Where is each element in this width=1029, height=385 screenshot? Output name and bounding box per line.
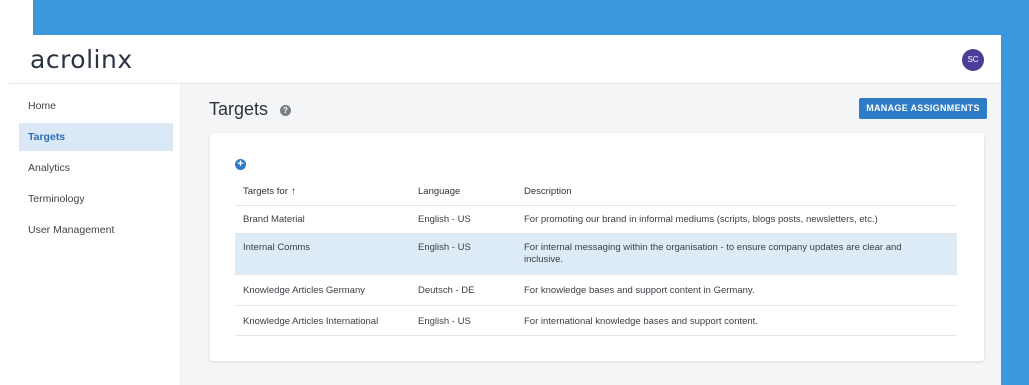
table-row[interactable]: Knowledge Articles International English… bbox=[235, 305, 957, 336]
logo: acrolinx bbox=[30, 45, 133, 74]
page-title: Targets bbox=[209, 99, 269, 119]
sidebar-item-home[interactable]: Home bbox=[19, 92, 173, 120]
sidebar-item-user-management[interactable]: User Management bbox=[19, 216, 173, 244]
target-description: For promoting our brand in informal medi… bbox=[524, 214, 878, 225]
target-language: English - US bbox=[418, 242, 471, 253]
target-name: Internal Comms bbox=[243, 242, 311, 253]
top-bar: acrolinx SC bbox=[9, 35, 1001, 84]
target-language: English - US bbox=[418, 316, 471, 327]
column-header-label: Targets for bbox=[243, 186, 288, 197]
avatar[interactable]: SC bbox=[962, 49, 984, 71]
sort-arrow-up-icon[interactable]: ↑ bbox=[291, 186, 296, 197]
table-row[interactable]: Internal Comms English - US For internal… bbox=[235, 233, 957, 274]
sidebar-item-analytics[interactable]: Analytics bbox=[19, 154, 173, 182]
table-row[interactable]: Brand Material English - US For promotin… bbox=[235, 205, 957, 233]
targets-card: + Targets for ↑ Language Description Bran… bbox=[210, 133, 984, 361]
target-description: For knowledge bases and support content … bbox=[524, 285, 755, 296]
target-description: For internal messaging within the organi… bbox=[524, 242, 902, 265]
column-header-targets-for[interactable]: Targets for ↑ bbox=[243, 178, 296, 205]
table-row[interactable]: Knowledge Articles Germany Deutsch - DE … bbox=[235, 274, 957, 305]
target-name: Knowledge Articles International bbox=[243, 316, 379, 327]
main-content: Targets ? MANAGE ASSIGNMENTS + Targets f… bbox=[181, 84, 1001, 385]
help-icon[interactable]: ? bbox=[280, 105, 291, 116]
target-language: Deutsch - DE bbox=[418, 285, 475, 296]
target-description: For international knowledge bases and su… bbox=[524, 316, 758, 327]
column-header-description[interactable]: Description bbox=[524, 178, 572, 205]
app-window: acrolinx SC Home Targets Analytics Termi… bbox=[9, 35, 1001, 385]
target-name: Brand Material bbox=[243, 214, 305, 225]
add-target-icon[interactable]: + bbox=[235, 159, 246, 170]
target-language: English - US bbox=[418, 214, 471, 225]
sidebar-item-terminology[interactable]: Terminology bbox=[19, 185, 173, 213]
sidebar: Home Targets Analytics Terminology User … bbox=[9, 84, 181, 385]
column-header-language[interactable]: Language bbox=[418, 178, 460, 205]
target-name: Knowledge Articles Germany bbox=[243, 285, 365, 296]
manage-assignments-button[interactable]: MANAGE ASSIGNMENTS bbox=[859, 98, 987, 119]
sidebar-item-targets[interactable]: Targets bbox=[19, 123, 173, 151]
